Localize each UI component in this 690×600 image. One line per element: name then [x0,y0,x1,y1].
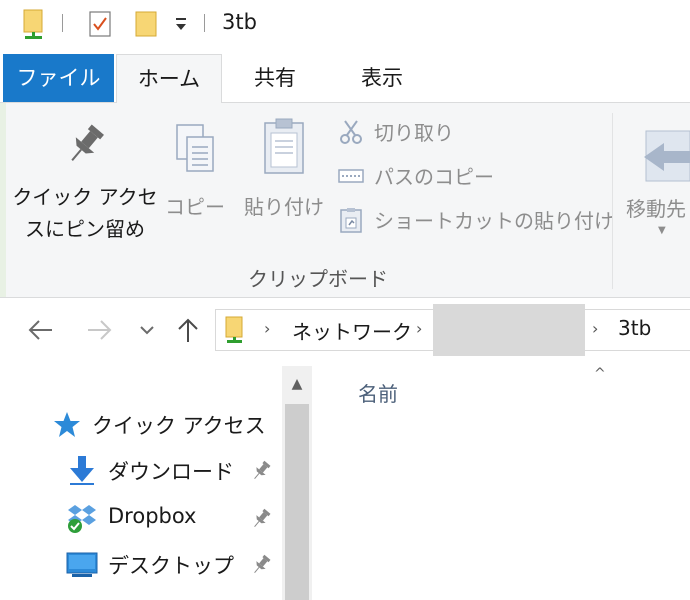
star-icon [54,412,80,437]
file-list: ^ 名前 [318,366,690,600]
breadcrumb-network[interactable]: ネットワーク [292,316,412,345]
cut-label: 切り取り [374,121,454,145]
clipboard-group-label: クリップボード [248,267,388,291]
title-bar: 3tb [0,0,690,50]
scissors-icon [340,120,362,144]
new-folder-icon[interactable] [132,10,160,38]
ribbon-group-separator [612,113,613,289]
pin-icon[interactable] [250,460,272,482]
copy-path-label: パスのコピー [374,165,494,189]
ribbon-tabs: ファイル ホーム 共有 表示 [0,54,690,104]
nav-label-desktop: デスクトップ [108,554,234,578]
dropbox-icon [68,505,96,533]
scroll-up-icon[interactable]: ▲ [282,366,312,402]
column-header-name[interactable]: 名前 [358,378,398,407]
paste-label: 貼り付け [244,195,324,219]
nav-label-dropbox: Dropbox [108,504,197,528]
tab-file[interactable]: ファイル [3,54,114,102]
breadcrumb-chevron-icon[interactable]: › [264,319,270,338]
recent-locations-icon[interactable] [138,316,156,344]
navigation-pane: クイック アクセス ダウンロード Dropbox デスクトップ [0,366,318,600]
paste-shortcut-label: ショートカットの貼り付け [374,209,614,233]
customize-toolbar-icon[interactable] [172,14,190,34]
pin-icon[interactable] [250,554,272,576]
nav-label-downloads: ダウンロード [108,460,234,484]
move-to-label: 移動先 [626,197,686,221]
window-title: 3tb [222,10,257,34]
forward-arrow-icon[interactable] [86,316,114,344]
tab-view[interactable]: 表示 [328,54,436,102]
nav-item-downloads[interactable]: ダウンロード [0,448,282,494]
move-to-icon [644,130,690,182]
ribbon-home: クイック アクセ スにピン留め コピー 貼り付け 切り取り パスのコピー ショー… [0,103,690,298]
paste-button[interactable]: 貼り付け [238,117,330,220]
paste-shortcut-icon [340,208,362,233]
address-bar[interactable]: › ネットワーク › › 3tb [215,304,690,356]
ribbon-edge [0,103,6,297]
nav-item-dropbox[interactable]: Dropbox [0,496,282,542]
nav-item-quick-access[interactable]: クイック アクセス [0,402,282,448]
nav-item-desktop[interactable]: デスクトップ [0,542,282,588]
network-folder-icon[interactable] [22,8,46,40]
breadcrumb-current-folder[interactable]: 3tb [618,316,651,340]
pin-to-quick-access-button[interactable]: クイック アクセ スにピン留め [10,121,160,245]
pin-label-line2: スにピン留め [25,217,145,241]
copy-button[interactable]: コピー [160,121,230,220]
properties-icon[interactable] [88,10,112,38]
network-folder-icon [225,316,243,343]
pin-icon[interactable] [250,508,272,530]
pin-label-line1: クイック アクセ [12,185,158,209]
tab-share[interactable]: 共有 [222,54,328,102]
nav-pane-scrollbar[interactable]: ▲ [282,366,312,600]
desktop-icon [66,552,98,577]
chevron-down-icon: ▼ [658,225,666,236]
scrollbar-thumb[interactable] [285,404,309,600]
back-arrow-icon[interactable] [26,316,54,344]
copy-path-icon [338,169,364,183]
copy-label: コピー [165,195,225,219]
pin-icon [71,124,104,161]
toolbar-separator [62,14,63,32]
redacted-breadcrumb [433,304,585,356]
breadcrumb-chevron-icon[interactable]: › [592,319,598,338]
clipboard-icon [264,118,304,174]
breadcrumb-chevron-icon[interactable]: › [416,319,422,338]
up-arrow-icon[interactable] [174,316,202,344]
tab-home[interactable]: ホーム [116,54,222,104]
toolbar-separator [204,14,205,32]
download-icon [70,456,94,485]
copy-icon [176,124,214,172]
nav-label-quick-access: クイック アクセス [92,414,266,438]
navigation-bar: › ネットワーク › › 3tb [0,298,690,362]
sort-ascending-icon: ^ [594,366,606,382]
